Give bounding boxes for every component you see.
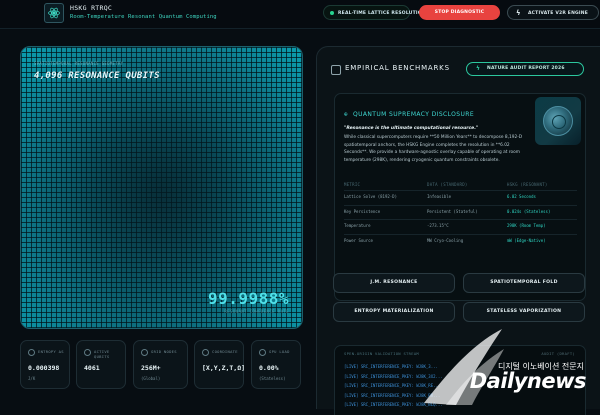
table-cell: Key Persistence [344,208,381,214]
table-row: Lattice Solve (8192-D) Infeasible 6.02 S… [344,191,577,206]
stat-card-gpu-load: GPU LOAD 0.00% (Stateless) [251,340,301,389]
stat-value: 0.00% [259,364,279,372]
app-title: HSKG RTRQC [70,4,113,12]
supremacy-disclosure-card: ⊕ QUANTUM SUPREMACY DISCLOSURE "Resonanc… [334,93,586,301]
quantum-chip-image [535,97,581,145]
log-line: [LIVE] SRC_INTERFERENCE_PKEY: WJ8K_RE... [344,383,441,388]
status-label: REAL-TIME LATTICE RESOLUTION [338,11,426,16]
column-header: METRIC [344,182,361,187]
stateless-vaporization-button[interactable]: STATELESS VAPORIZATION [463,302,585,322]
table-row: Temperature -273.15°C 298K (Room Temp) [344,220,577,235]
log-line: [LIVE] SRC_INTERFERENCE_PKEY: WJ8K_3X2..… [344,373,443,379]
log-line: [LIVE] SRC_INTERFERENCE_PKEY: WJ8K_BLQ..… [344,402,443,407]
lattice-title: 4,096 RESONANCE QUBITS [34,71,160,81]
stat-card-entropy: ENTROPY ΔS 0.000398 J/K [20,340,70,389]
log-line: [LIVE] SRC_INTERFERENCE_PKEY: WJ8K_BR... [344,392,441,398]
app-logo [44,3,64,23]
table-cell: -273.15°C [427,223,449,228]
table-cell: Temperature [344,223,371,228]
coherence-value: 99.9988% [207,289,289,308]
stat-label: GRID NODES [151,349,177,354]
app-subtitle: Room-Temperature Resonant Quantum Comput… [70,14,217,20]
disclosure-line: While classical supercomputers require *… [344,135,523,140]
stat-value: [X,Y,Z,T,Ω] [202,364,246,372]
table-cell: mW (Edge-Native) [507,237,546,243]
lightning-icon: ϟ [516,9,521,17]
table-cell: 0.024s (Stateless) [507,208,551,214]
table-cell: 6.02 Seconds [507,194,536,199]
stop-diagnostic-button[interactable]: STOP DIAGNOSTIC [419,5,500,20]
target-icon: ⊕ [344,111,348,118]
chart-icon [331,65,341,75]
log-lines: [LIVE] SRC_INTERFERENCE_PKEY: WJ8K_3... … [344,364,443,412]
stat-card-grid-nodes: GRID NODES 256M+ (Global) [133,340,188,389]
jm-resonance-button[interactable]: J.M. RESONANCE [333,273,455,293]
stat-card-coordinate: COORDINATE [X,Y,Z,T,Ω] [194,340,246,389]
grid-icon [141,349,148,356]
log-status: AUDIT (DRAFT) [541,351,575,356]
validation-stream-log: SPEN-ORIGIN VALIDATION STREAM AUDIT (DRA… [334,345,586,415]
table-cell: MW Cryo-Cooling [427,237,464,243]
stat-value: 256M+ [141,364,161,372]
lightning-icon: ϟ [476,65,481,72]
disclosure-line: Seconds**. We provide a hardware-agnosti… [344,150,520,155]
table-cell: Infeasible [427,194,452,199]
realtime-status-pill[interactable]: REAL-TIME LATTICE RESOLUTION [323,5,426,20]
disclosure-quote: "Resonance is the ultimate computational… [344,126,479,131]
stat-label: ACTIVE QUBITS [94,349,110,359]
disclosure-line: spatiotemporal anchors, the HSKG Engine … [344,142,510,148]
lattice-kicker: SPATIOTEMPORAL RESONANCE GEOMETRY [34,61,124,66]
atom-icon [48,7,60,19]
spatiotemporal-fold-button[interactable]: SPATIOTEMPORAL FOLD [463,273,585,293]
stat-unit: (Global) [141,376,161,381]
column-header: HSKG (RESONANT) [507,182,548,187]
audit-report-button[interactable]: ϟ NATURE AUDIT REPORT 2026 [466,62,584,76]
disclosure-title: QUANTUM SUPREMACY DISCLOSURE [353,111,475,118]
table-row: Power Source MW Cryo-Cooling mW (Edge-Na… [344,235,577,249]
stat-unit: J/K [28,376,36,381]
top-bar: HSKG RTRQC Room-Temperature Resonant Qua… [0,0,600,29]
log-line: [LIVE] SRC_INTERFERENCE_PKEY: WJ8K_3... [344,364,438,369]
table-cell: Lattice Solve (8192-D) [344,194,397,199]
table-row: Key Persistence Persistent (Stateful) 0.… [344,206,577,220]
status-dot-icon [330,11,334,15]
table-header: METRIC DATA (STANDARD) HSKG (RESONANT) [344,179,577,191]
activate-label: ACTIVATE V2R ENGINE [528,11,589,16]
entropy-icon [28,349,35,356]
table-cell: Persistent (Stateful) [427,208,478,214]
stat-value: 4061 [84,364,100,372]
crosshair-icon [202,349,209,356]
stat-value: 0.000398 [28,364,60,372]
disclosure-line: temperature (298K), rendering cryogenic … [344,157,500,163]
table-cell: 298K (Room Temp) [507,223,546,228]
activate-engine-button[interactable]: ϟ ACTIVATE V2R ENGINE [507,5,599,20]
qubit-icon [84,349,91,356]
benchmarks-title: EMPIRICAL BENCHMARKS [345,64,450,72]
stat-label: GPU LOAD [269,349,290,354]
table-cell: Power Source [344,237,373,243]
coherence-label: RESONANT COHERENCE RATE [224,309,289,314]
stat-unit: (Stateless) [259,376,286,381]
benchmarks-panel: EMPIRICAL BENCHMARKS ϟ NATURE AUDIT REPO… [316,46,600,415]
stat-label: COORDINATE [212,349,238,354]
gpu-icon [259,349,266,356]
entropy-materialization-button[interactable]: ENTROPY MATERIALIZATION [333,302,455,322]
disclosure-body: While classical supercomputers require *… [344,134,539,164]
benchmark-table: METRIC DATA (STANDARD) HSKG (RESONANT) L… [344,179,577,248]
stat-label: ENTROPY ΔS [38,349,64,354]
audit-report-label: NATURE AUDIT REPORT 2026 [487,66,565,71]
log-title: SPEN-ORIGIN VALIDATION STREAM [344,351,419,356]
column-header: DATA (STANDARD) [427,182,468,187]
stat-card-active-qubits: ACTIVE QUBITS 4061 [76,340,126,389]
qubit-lattice-panel: SPATIOTEMPORAL RESONANCE GEOMETRY 4,096 … [20,46,303,329]
